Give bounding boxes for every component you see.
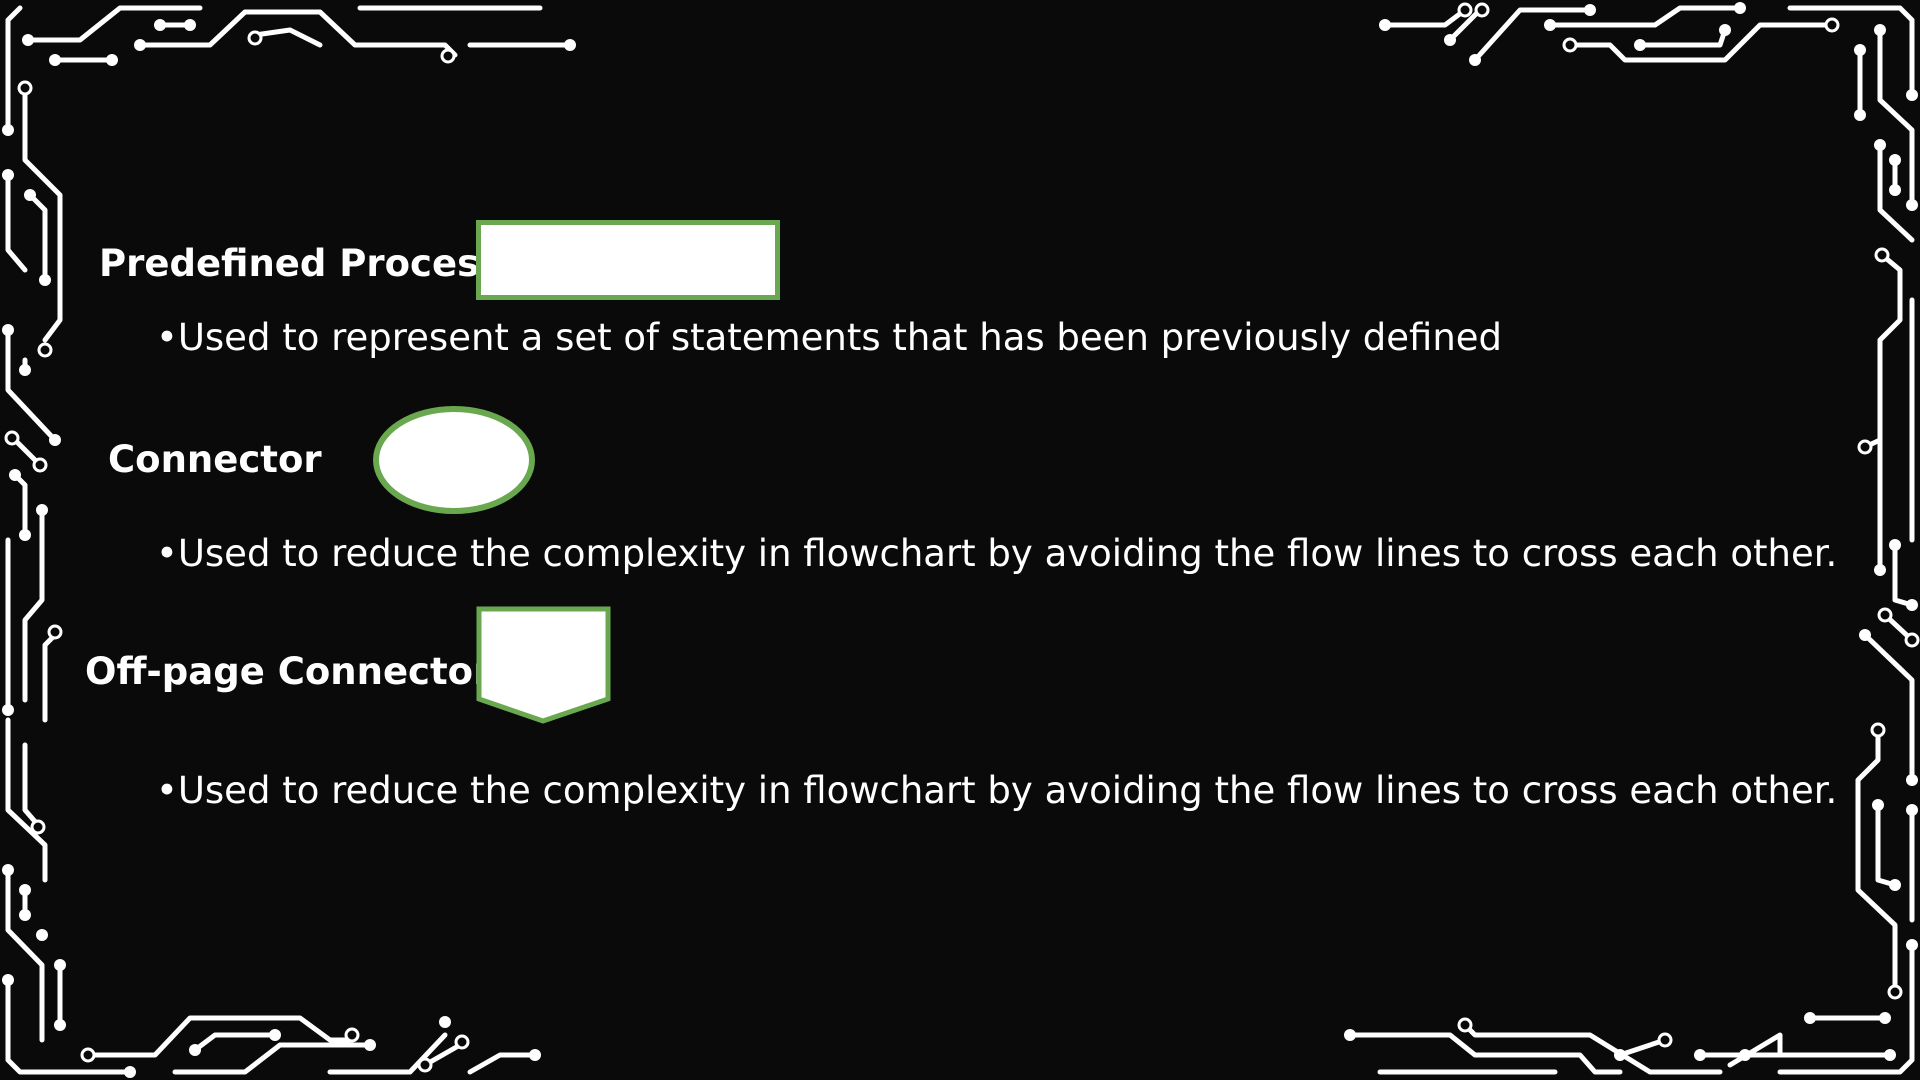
connector-description: •Used to reduce the complexity in flowch… [156, 532, 1838, 575]
connector-heading: Connector [108, 438, 322, 481]
slide: Predefined Process •Used to represent a … [0, 0, 1920, 1080]
off-page-connector-description: •Used to reduce the complexity in flowch… [156, 769, 1838, 812]
off-page-connector-heading: Off-page Connector [85, 650, 492, 693]
rectangle-symbol [476, 220, 780, 300]
predefined-process-heading: Predefined Process [99, 242, 502, 285]
predefined-process-description: •Used to represent a set of statements t… [156, 316, 1503, 359]
pentagon-symbol [476, 606, 611, 724]
ellipse-symbol [373, 406, 535, 514]
